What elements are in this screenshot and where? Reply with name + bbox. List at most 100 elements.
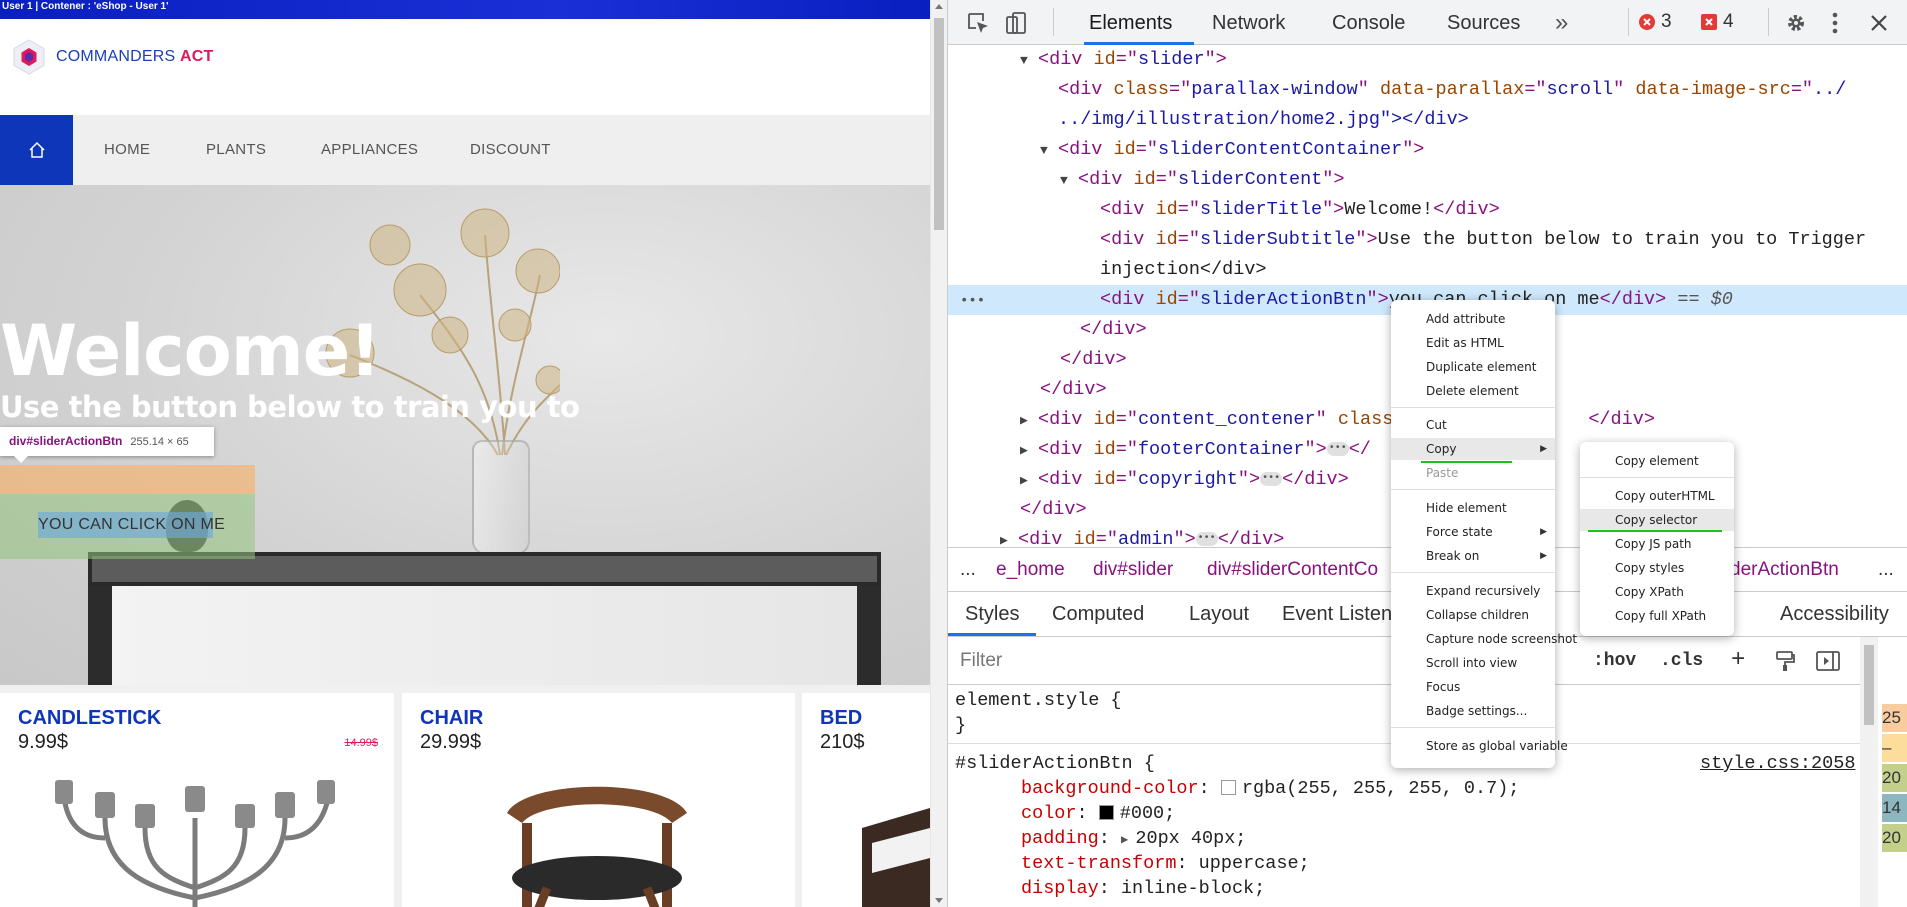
site-logo[interactable]: COMMANDERS ACT — [10, 38, 213, 76]
tab-styles[interactable]: Styles — [965, 592, 1019, 637]
style-prop-padding[interactable]: padding: ▶ 20px 40px; — [1021, 826, 1246, 851]
more-tabs-icon[interactable]: » — [1555, 0, 1568, 45]
dom-node-slider-content-container[interactable]: ▼ <div id="sliderContentContainer"> — [1040, 135, 1424, 165]
menu-item-paste[interactable]: Paste — [1391, 462, 1555, 484]
dom-node-parallax[interactable]: <div class="parallax-window" data-parall… — [1058, 75, 1846, 105]
product-price: 210$ — [820, 731, 865, 753]
slider-action-button[interactable]: YOU CAN CLICK ON ME — [38, 512, 225, 538]
style-prop-display[interactable]: display: inline-block; — [1021, 876, 1265, 901]
hov-toggle[interactable]: :hov — [1593, 637, 1636, 685]
kebab-menu-icon[interactable] — [1824, 0, 1846, 45]
menu-item-collapse-children[interactable]: Collapse children — [1391, 604, 1555, 626]
device-toolbar-icon[interactable] — [1002, 0, 1030, 45]
styles-scrollbar[interactable] — [1860, 637, 1878, 907]
menu-item-copy-element[interactable]: Copy element — [1580, 450, 1734, 472]
menu-item-edit-as-html[interactable]: Edit as HTML — [1391, 332, 1555, 354]
dom-node-copyright[interactable]: ▶ <div id="copyright"> ••• </div> — [1020, 465, 1349, 495]
tab-console[interactable]: Console — [1332, 0, 1405, 45]
tab-sources[interactable]: Sources — [1447, 0, 1520, 45]
product-name: BED — [820, 707, 863, 729]
breadcrumb-item[interactable]: e_home — [996, 548, 1065, 591]
scroll-up-arrow-icon[interactable] — [935, 4, 943, 9]
tab-layout[interactable]: Layout — [1189, 592, 1249, 637]
page-scrollbar[interactable] — [930, 0, 947, 907]
tab-elements[interactable]: Elements — [1089, 0, 1172, 45]
menu-item-scroll-into-view[interactable]: Scroll into view — [1391, 652, 1555, 674]
error-icon — [1639, 14, 1655, 30]
menu-item-badge-settings[interactable]: Badge settings... — [1391, 700, 1555, 722]
nav-item-plants[interactable]: PLANTS — [206, 115, 266, 185]
product-price: 9.99$ — [18, 731, 69, 753]
annotation-underline — [1588, 530, 1722, 532]
tab-network[interactable]: Network — [1212, 0, 1285, 45]
dom-node-slider-content[interactable]: ▼ <div id="sliderContent"> — [1060, 165, 1345, 195]
menu-item-copy-selector[interactable]: Copy selector — [1580, 509, 1734, 531]
settings-gear-icon[interactable] — [1781, 0, 1811, 45]
nav-item-appliances[interactable]: APPLIANCES — [321, 115, 418, 185]
breadcrumb-more[interactable]: ... — [960, 548, 976, 591]
menu-item-copy-full-xpath[interactable]: Copy full XPath — [1580, 605, 1734, 627]
toggle-sidebar-icon[interactable] — [1816, 650, 1840, 672]
expand-ellipsis-icon[interactable]: ••• — [1326, 442, 1349, 457]
expand-ellipsis-icon[interactable]: ••• — [1260, 472, 1283, 487]
scrollbar-thumb[interactable] — [934, 18, 944, 230]
menu-item-hide-element[interactable]: Hide element — [1391, 497, 1555, 519]
breadcrumb-more[interactable]: ... — [1878, 548, 1894, 591]
menu-item-copy[interactable]: Copy ▶ — [1391, 438, 1555, 460]
nav-item-discount[interactable]: DISCOUNT — [470, 115, 551, 185]
menu-item-add-attribute[interactable]: Add attribute — [1391, 308, 1555, 330]
menu-item-focus[interactable]: Focus — [1391, 676, 1555, 698]
style-prop-background-color[interactable]: background-color: rgba(255, 255, 255, 0.… — [1021, 776, 1519, 801]
tab-computed[interactable]: Computed — [1052, 592, 1144, 637]
close-devtools-icon[interactable] — [1864, 0, 1894, 45]
main-nav: HOME PLANTS APPLIANCES DISCOUNT — [0, 115, 930, 185]
style-prop-text-transform[interactable]: text-transform: uppercase; — [1021, 851, 1310, 876]
dom-node-slider-title[interactable]: <div id="sliderTitle">Welcome!</div> — [1100, 195, 1500, 225]
new-rule-plus-icon[interactable]: + — [1731, 637, 1745, 685]
dom-node-content-contener[interactable]: ▶ <div id="content_contener" class </div> — [1020, 405, 1655, 435]
menu-item-break-on[interactable]: Break on ▶ — [1391, 545, 1555, 567]
menu-item-capture-node-screenshot[interactable]: Capture node screenshot — [1391, 628, 1577, 650]
color-swatch-icon[interactable] — [1220, 780, 1236, 795]
scroll-down-arrow-icon[interactable] — [935, 898, 943, 903]
style-prop-color[interactable]: color: #000; — [1021, 801, 1175, 826]
nav-item-home[interactable]: HOME — [104, 115, 150, 185]
menu-item-copy-js-path[interactable]: Copy JS path — [1580, 533, 1734, 555]
menu-item-copy-outerhtml[interactable]: Copy outerHTML — [1580, 485, 1734, 507]
tab-event-listeners[interactable]: Event Listen — [1282, 592, 1392, 637]
dom-node-slider[interactable]: ▼ <div id="slider"> — [1020, 45, 1227, 75]
product-card-bed[interactable]: BED 210$ — [802, 693, 930, 907]
expand-triangle-icon[interactable]: ▶ — [1121, 833, 1135, 847]
filter-input[interactable]: Filter — [960, 637, 1002, 685]
color-swatch-icon[interactable] — [1098, 805, 1114, 820]
error-count-badge[interactable]: 3 — [1638, 9, 1672, 35]
menu-item-copy-xpath[interactable]: Copy XPath — [1580, 581, 1734, 603]
breadcrumb-item[interactable]: div#slider — [1093, 548, 1173, 591]
rule-source-link[interactable]: style.css:2058 — [1700, 751, 1855, 776]
menu-item-duplicate-element[interactable]: Duplicate element — [1391, 356, 1555, 378]
menu-item-cut[interactable]: Cut — [1391, 414, 1555, 436]
menu-item-store-as-global-variable[interactable]: Store as global variable — [1391, 735, 1568, 757]
tab-accessibility[interactable]: Accessibility — [1780, 592, 1889, 637]
menu-item-delete-element[interactable]: Delete element — [1391, 380, 1555, 402]
rule-selector[interactable]: #sliderActionBtn { — [955, 751, 1155, 776]
breadcrumb-item[interactable]: derActionBtn — [1730, 548, 1839, 591]
menu-item-expand-recursively[interactable]: Expand recursively — [1391, 580, 1555, 602]
expand-ellipsis-icon[interactable]: ••• — [1195, 532, 1218, 547]
menu-item-copy-styles[interactable]: Copy styles — [1580, 557, 1734, 579]
dom-node-slider-subtitle[interactable]: <div id="sliderSubtitle">Use the button … — [1100, 225, 1866, 255]
issue-count-badge[interactable]: 4 — [1700, 9, 1734, 35]
element-style-rule[interactable]: element.style { — [955, 688, 1122, 713]
scrollbar-thumb[interactable] — [1864, 645, 1874, 725]
inspect-element-icon[interactable] — [964, 0, 992, 45]
product-card-candlestick[interactable]: CANDLESTICK 9.99$ 14.99$ — [0, 693, 394, 907]
menu-item-force-state[interactable]: Force state ▶ — [1391, 521, 1555, 543]
dom-node-footer-container[interactable]: ▶ <div id="footerContainer"> ••• </ — [1020, 435, 1371, 465]
product-card-chair[interactable]: CHAIR 29.99$ — [402, 693, 795, 907]
cls-toggle[interactable]: .cls — [1660, 637, 1703, 685]
paint-roller-icon[interactable] — [1774, 650, 1796, 672]
nav-home-icon-button[interactable] — [0, 115, 73, 185]
submenu-arrow-icon: ▶ — [1540, 551, 1547, 561]
breadcrumb-item[interactable]: div#sliderContentCo — [1207, 548, 1378, 591]
dom-node-parallax-cont: ../img/illustration/home2.jpg"></div> — [1058, 109, 1469, 130]
